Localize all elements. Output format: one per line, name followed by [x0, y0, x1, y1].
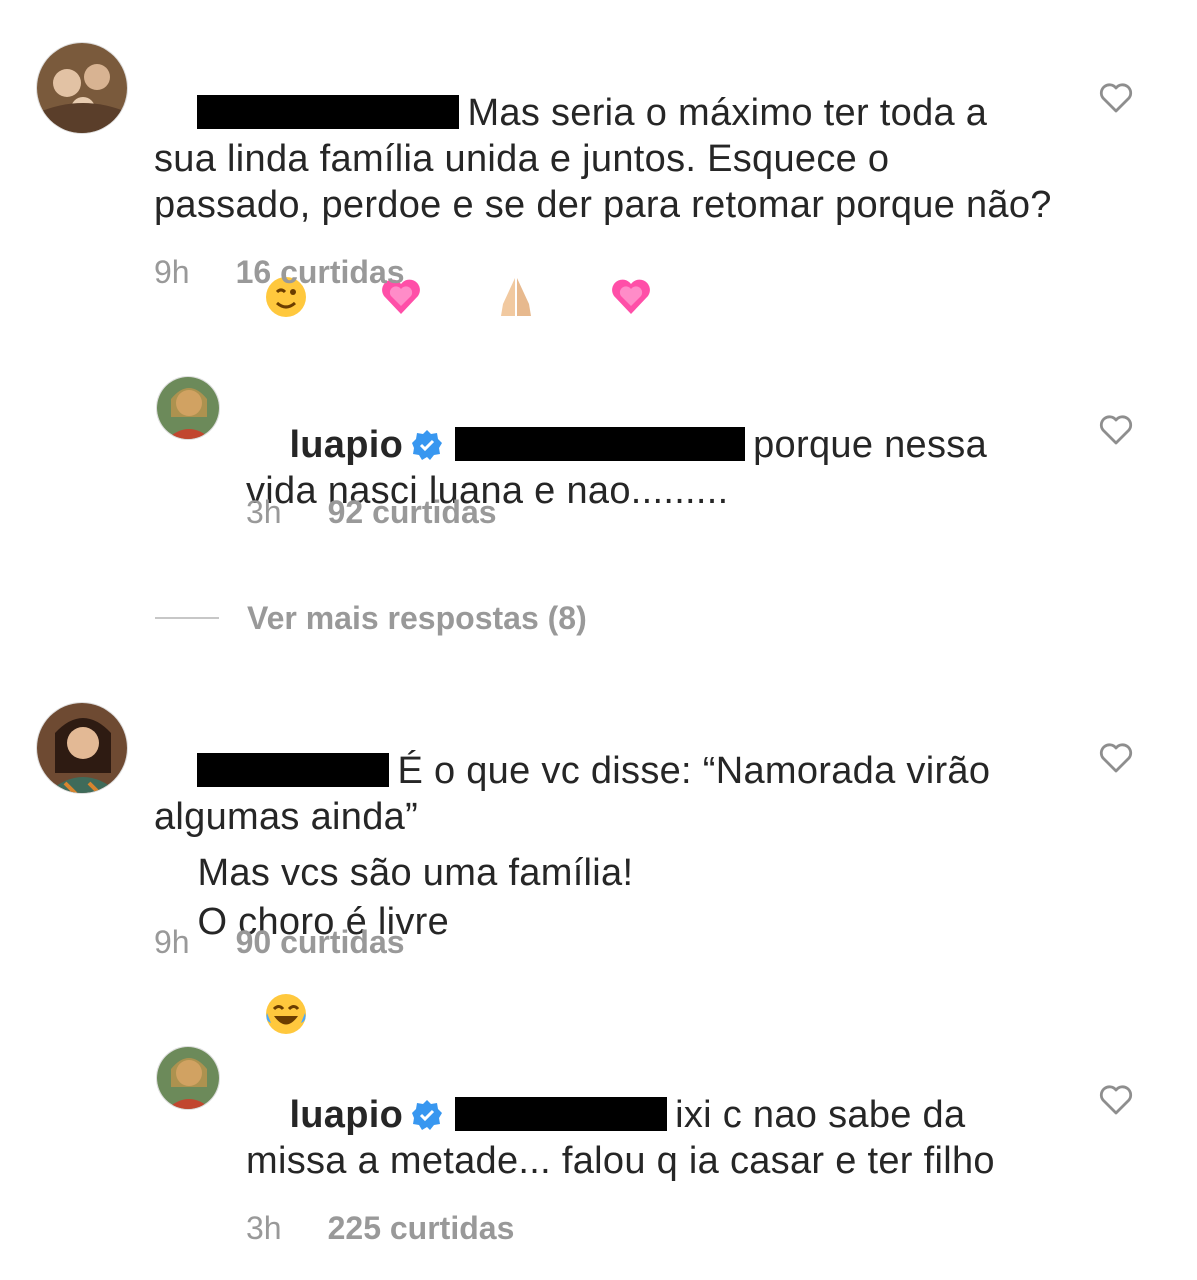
username[interactable]: luapio	[289, 1094, 403, 1136]
folded-hands-icon	[428, 228, 539, 377]
comment-likes[interactable]: 225 curtidas	[328, 1210, 515, 1246]
verified-badge-icon	[411, 426, 443, 460]
like-heart-icon[interactable]	[1098, 80, 1134, 116]
redacted-mention	[455, 427, 746, 461]
avatar[interactable]	[156, 376, 220, 440]
comment-meta: 3h 92 curtidas	[246, 494, 497, 531]
like-heart-icon[interactable]	[1098, 740, 1134, 776]
like-heart-icon[interactable]	[1098, 412, 1134, 448]
comment-meta: 3h 225 curtidas	[246, 1210, 514, 1247]
growing-heart-icon	[543, 228, 654, 377]
comment-time: 9h	[154, 254, 190, 290]
comment-likes[interactable]: 90 curtidas	[236, 924, 405, 960]
comment-likes[interactable]: 16 curtidas	[236, 254, 405, 290]
comment-time: 3h	[246, 1210, 282, 1246]
username[interactable]: luapio	[289, 424, 403, 466]
comment-text: Mas seria o máximo ter toda a sua linda …	[154, 44, 1054, 423]
view-more-label[interactable]: Ver mais respostas (8)	[247, 600, 587, 637]
avatar[interactable]	[36, 42, 128, 134]
comment-time: 3h	[246, 494, 282, 530]
like-heart-icon[interactable]	[1098, 1082, 1134, 1118]
avatar[interactable]	[36, 702, 128, 794]
reply-text: luapio ixi c nao sabe da missa a metade..…	[246, 1094, 995, 1182]
redacted-mention	[455, 1097, 668, 1131]
redacted-username	[197, 753, 390, 787]
avatar[interactable]	[156, 1046, 220, 1110]
comment-time: 9h	[154, 924, 190, 960]
comment-meta: 9h 16 curtidas	[154, 254, 405, 291]
verified-badge-icon	[411, 1096, 443, 1130]
growing-heart-icon	[313, 228, 424, 377]
winking-face-icon	[197, 228, 308, 377]
comment-likes[interactable]: 92 curtidas	[328, 494, 497, 530]
reply-text: luapio porque nessa vida nasci luana e na…	[246, 424, 998, 512]
comment-meta: 9h 90 curtidas	[154, 924, 405, 961]
view-more-replies[interactable]: Ver mais respostas (8)	[155, 598, 587, 638]
divider	[155, 617, 219, 619]
redacted-username	[197, 95, 460, 129]
